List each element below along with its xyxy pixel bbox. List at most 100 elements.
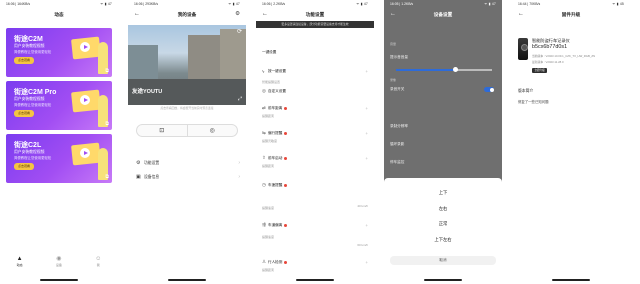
alert-dot — [284, 183, 288, 187]
row-label: 自定义设置 — [268, 88, 286, 93]
chevron-right-icon: › — [238, 160, 240, 166]
device-icon: ◉ — [56, 256, 62, 262]
banner-model: 街途C2M — [14, 36, 43, 43]
settings-item[interactable]: 循环录影 — [390, 142, 404, 147]
user-icon: ☺ — [95, 256, 102, 262]
page-title: 功能设置 — [305, 12, 325, 17]
setting-lane-drift[interactable]: ⇋ 偏行提醒 + — [262, 130, 370, 136]
cancel-button[interactable]: 取消 — [390, 256, 496, 265]
volume-knob[interactable] — [453, 67, 459, 72]
page-title: 动态 — [0, 9, 118, 21]
custom-setting-row[interactable]: ◎ 自定义设置 — [262, 88, 370, 94]
banner-watch-button[interactable]: 点击观看 — [14, 57, 34, 64]
status-time: 16:44 | 70KB/s — [518, 2, 541, 6]
add-icon: + — [365, 155, 368, 161]
building — [128, 45, 158, 81]
home-indicator — [424, 279, 462, 281]
refresh-icon[interactable]: ⟳ — [237, 28, 242, 35]
option-flip-horizontal[interactable]: 左右 — [384, 206, 502, 212]
latest-version: 最新版本 : V2023.11.28.0 — [532, 60, 564, 64]
video-watermark: 友途YOUTU — [132, 89, 163, 95]
play-icon — [80, 42, 90, 52]
live-camera-view[interactable]: ⟳ 友途YOUTU ⤢ — [128, 25, 246, 105]
screen-function-settings: 16:06 | 2.2KB/s ᯤ ▮ 47 ← 功能设置 更多设置请连接设备，… — [256, 0, 374, 284]
volume-slider[interactable] — [396, 67, 492, 72]
current-version: 当前版本 : V2023.10.09.1_CZK_TX_HW_RGB_ZN — [532, 54, 596, 58]
status-icons: ᯤ ▮ 45 — [612, 2, 624, 6]
photo-button[interactable]: ⊡ — [137, 125, 187, 136]
play-icon — [80, 95, 90, 105]
screenshot-strip: 16:06 | 164KB/s ᯤ ▮ 47 动态 街途C2M 用户安装教程视频… — [0, 0, 640, 284]
row-sublabel: 提醒速度 — [262, 206, 275, 210]
lane-speed-value: 60 km/h — [357, 243, 368, 247]
screen-device-settings: 16:05 | 1.2KB/s ᯤ ▮ 47 ← 设备设置 音量 提示音音量 录… — [384, 0, 502, 284]
setting-front-start[interactable]: ⇧ 前车启动 + — [262, 155, 370, 161]
chevron-right-icon: › — [238, 174, 240, 180]
row-label: 车道偏离 — [268, 222, 283, 227]
banner-model: 街途C2M Pro — [14, 89, 57, 96]
setting-pedestrian[interactable]: ♙ 行人检测 + — [262, 259, 370, 265]
banner-watch-button[interactable]: 点击观看 — [14, 110, 34, 117]
playback-hint: 点击查看回放，将会断开当前实时预览连接 — [160, 106, 214, 110]
alert-dot — [284, 260, 288, 264]
option-flip-both[interactable]: 上下左右 — [384, 237, 502, 243]
menu-label: 功能设置 — [144, 160, 160, 165]
nav-label: 设备 — [55, 263, 62, 267]
back-arrow-icon[interactable]: ← — [518, 11, 524, 17]
release-notes-title: 版本简介 — [518, 89, 534, 93]
nav-device[interactable]: ◉ 设备 — [56, 256, 62, 267]
photo-icon: ⊡ — [159, 128, 165, 134]
back-arrow-icon[interactable]: ← — [262, 11, 268, 17]
upgrade-button[interactable]: 立即升级 — [532, 68, 547, 73]
settings-item[interactable]: 停车监控 — [390, 160, 404, 165]
device-info-icon: ▣ — [136, 174, 141, 180]
banner-c2l[interactable]: 街途C2L 用户安装教程视频 简便教程让您使用更轻松 点击观看 ⧉ — [6, 134, 112, 183]
open-external-icon: ⧉ — [105, 68, 109, 74]
nav-me[interactable]: ☺ 我 — [95, 256, 101, 267]
top-bar: ← 我的设备 ⚙ — [128, 9, 246, 21]
top-bar: ← 设备设置 — [384, 9, 502, 21]
option-normal[interactable]: 正常 — [384, 221, 502, 227]
release-notes-text: 修复了一些已知问题 — [518, 100, 549, 104]
banner-line2: 简便教程让您使用更轻松 — [14, 50, 52, 54]
banner-c2m[interactable]: 街途C2M 用户安装教程视频 简便教程让您使用更轻松 点击观看 ⧉ — [6, 28, 112, 77]
record-button[interactable]: ◎ — [186, 125, 238, 136]
setting-front-distance[interactable]: ⇌ 前车距离 + — [262, 105, 370, 111]
status-bar: 16:06 | 293KB/s ᯤ ▮ 47 — [128, 0, 246, 9]
menu-device-info[interactable]: ▣ 设备信息 › — [136, 172, 240, 182]
status-icons: ᯤ ▮ 47 — [356, 2, 368, 6]
menu-function-settings[interactable]: ⚙ 功能设置 › — [136, 158, 240, 168]
setting-lane-departure[interactable]: ⇶ 车道偏离 + — [262, 222, 370, 228]
banner-watch-button[interactable]: 点击观看 — [14, 163, 34, 170]
nav-feed[interactable]: ▲ 动态 — [17, 256, 23, 267]
banner-c2m-pro[interactable]: 街途C2M Pro 用户安装教程视频 简便教程让您使用更轻松 点击观看 ⧉ — [6, 81, 112, 130]
banner-model: 街途C2L — [14, 142, 42, 149]
page-title: 我的设备 — [177, 12, 197, 17]
status-time: 16:06 | 2.2KB/s — [262, 2, 286, 6]
play-icon — [80, 148, 90, 158]
add-icon: + — [365, 222, 368, 228]
row-label: 前车启动 — [268, 155, 283, 160]
page-title-text: 动态 — [54, 12, 64, 17]
settings-item[interactable]: 录制分辨率 — [390, 124, 408, 129]
one-key-setting-header: 一键设置 — [262, 50, 370, 55]
status-icons: ᯤ ▮ 47 — [100, 2, 112, 6]
fullscreen-icon[interactable]: ⤢ — [238, 96, 242, 102]
alert-dot — [284, 223, 288, 227]
volume-fill — [396, 69, 456, 71]
status-bar: 16:44 | 70KB/s ᯤ ▮ 45 — [512, 0, 630, 9]
back-arrow-icon[interactable]: ← — [134, 11, 140, 17]
home-indicator — [296, 279, 334, 281]
screen-my-device: 16:06 | 293KB/s ᯤ ▮ 47 ← 我的设备 ⚙ ⟳ 友途YOUT… — [128, 0, 246, 284]
settings-gear-icon[interactable]: ⚙ — [235, 11, 240, 17]
screen-firmware-upgrade: 16:44 | 70KB/s ᯤ ▮ 45 ← 固件升级 智能防盗行车记录仪 b… — [512, 0, 630, 284]
add-icon: + — [365, 130, 368, 136]
back-arrow-icon[interactable]: ← — [390, 11, 396, 17]
page-title: 设备设置 — [433, 12, 453, 17]
status-bar: 16:06 | 2.2KB/s ᯤ ▮ 47 — [256, 0, 374, 9]
setting-speed-alert[interactable]: ◷ 车速提醒 — [262, 182, 370, 188]
record-audio-toggle[interactable] — [484, 87, 494, 92]
section-label: 音量 — [390, 42, 397, 46]
option-flip-vertical[interactable]: 上下 — [384, 190, 502, 196]
one-key-setting-row[interactable]: ϟ 按一键设置 + — [262, 69, 370, 74]
